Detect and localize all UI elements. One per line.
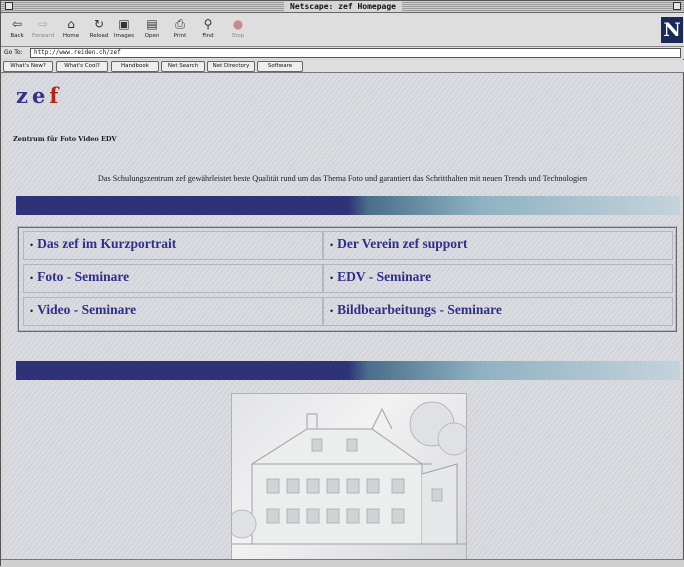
link-edv-seminare[interactable]: • EDV - Seminare xyxy=(330,269,431,285)
zoom-box-icon[interactable] xyxy=(673,2,681,10)
divider-bar-bottom xyxy=(16,361,680,380)
building-image xyxy=(227,393,471,559)
stop-icon: ● xyxy=(232,17,244,31)
link-cell: • EDV - Seminare xyxy=(323,264,673,293)
print-icon: ⎙ xyxy=(175,17,185,31)
link-table: • Das zef im Kurzportrait • Der Verein zef… xyxy=(17,226,677,332)
link-video-seminare[interactable]: • Video - Seminare xyxy=(30,302,136,318)
zef-logo: zef xyxy=(16,83,63,108)
open-button[interactable]: ▤ Open xyxy=(140,16,164,44)
open-icon: ▤ xyxy=(146,17,158,31)
link-bildbearbeitung[interactable]: • Bildbearbeitungs - Seminare xyxy=(330,302,502,318)
page-content: zef Zentrum für Foto Video EDV Das Schul… xyxy=(3,73,682,559)
reload-icon: ↻ xyxy=(93,17,105,31)
handbook-button[interactable]: Handbook xyxy=(111,61,159,72)
link-cell: • Der Verein zef support xyxy=(323,231,673,260)
divider-bar-top xyxy=(16,196,680,215)
net-search-button[interactable]: Net Search xyxy=(161,61,205,72)
forward-button[interactable]: ⇨ Forward xyxy=(31,16,55,44)
location-label: Go To: xyxy=(4,49,23,56)
link-foto-seminare[interactable]: • Foto - Seminare xyxy=(30,269,129,285)
software-button[interactable]: Software xyxy=(257,61,303,72)
net-directory-button[interactable]: Net Directory xyxy=(207,61,255,72)
description: Das Schulungszentrum zef gewährleistet b… xyxy=(97,174,588,183)
images-icon: ▣ xyxy=(118,17,130,31)
whats-new-button[interactable]: What's New? xyxy=(3,61,53,72)
back-arrow-icon: ⇦ xyxy=(11,17,23,31)
find-icon: ⚲ xyxy=(203,17,213,31)
title-bar[interactable]: Netscape: zef Homepage xyxy=(1,1,684,13)
home-icon: ⌂ xyxy=(67,17,75,31)
directory-bar: What's New? What's Cool? Handbook Net Se… xyxy=(1,60,684,73)
building-embossed-graphic xyxy=(227,401,471,545)
whats-cool-button[interactable]: What's Cool? xyxy=(56,61,108,72)
close-box-icon[interactable] xyxy=(5,2,13,10)
link-verein[interactable]: • Der Verein zef support xyxy=(330,236,468,252)
netscape-logo[interactable]: N xyxy=(661,17,683,43)
reload-button[interactable]: ↻ Reload xyxy=(87,16,111,44)
browser-window: Netscape: zef Homepage ⇦ Back ⇨ Forward … xyxy=(0,0,684,567)
forward-arrow-icon: ⇨ xyxy=(37,17,49,31)
home-button[interactable]: ⌂ Home xyxy=(59,16,83,44)
link-cell: • Foto - Seminare xyxy=(23,264,323,293)
back-button[interactable]: ⇦ Back xyxy=(5,16,29,44)
link-cell: • Video - Seminare xyxy=(23,297,323,326)
link-cell: • Bildbearbeitungs - Seminare xyxy=(323,297,673,326)
link-cell: • Das zef im Kurzportrait xyxy=(23,231,323,260)
stop-button[interactable]: ● Stop xyxy=(226,16,250,44)
url-input[interactable]: http://www.reiden.ch/zef xyxy=(30,48,681,58)
print-button[interactable]: ⎙ Print xyxy=(168,16,192,44)
navigation-toolbar: ⇦ Back ⇨ Forward ⌂ Home ↻ Reload ▣ Image… xyxy=(1,13,684,47)
images-button[interactable]: ▣ Images xyxy=(112,16,136,44)
tagline: Zentrum für Foto Video EDV xyxy=(13,135,117,143)
find-button[interactable]: ⚲ Find xyxy=(196,16,220,44)
link-kurzportrait[interactable]: • Das zef im Kurzportrait xyxy=(30,236,176,252)
location-bar: Go To: http://www.reiden.ch/zef xyxy=(1,47,684,59)
window-title: Netscape: zef Homepage xyxy=(284,1,402,12)
